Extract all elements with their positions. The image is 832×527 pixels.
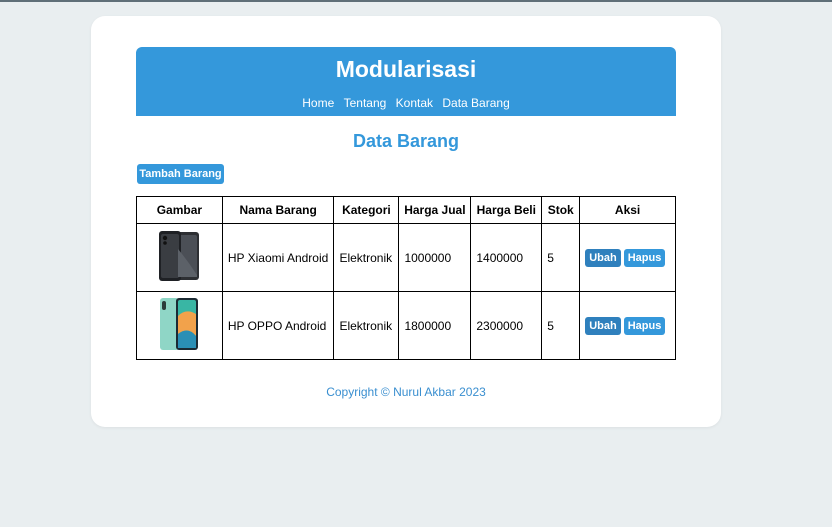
product-category: Elektronik — [333, 291, 400, 360]
sell-price: 1000000 — [398, 223, 472, 292]
table-header-row: Gambar Nama Barang Kategori Harga Jual H… — [136, 196, 676, 224]
sell-price: 1800000 — [398, 291, 472, 360]
edit-button[interactable]: Ubah — [585, 248, 621, 267]
col-harga-jual: Harga Jual — [398, 196, 472, 224]
buy-price: 2300000 — [470, 291, 543, 360]
items-table: Gambar Nama Barang Kategori Harga Jual H… — [136, 196, 676, 360]
stock: 5 — [541, 223, 581, 292]
actions-cell: Ubah Hapus — [579, 223, 676, 292]
edit-button[interactable]: Ubah — [585, 316, 621, 335]
stock: 5 — [541, 291, 581, 360]
add-item-button[interactable]: Tambah Barang — [137, 164, 224, 184]
buy-price: 1400000 — [470, 223, 543, 292]
product-image-cell — [136, 291, 223, 360]
nav-tentang[interactable]: Tentang — [344, 96, 387, 110]
product-image-cell — [136, 223, 223, 292]
site-title: Modularisasi — [335, 56, 477, 82]
nav-kontak[interactable]: Kontak — [396, 96, 433, 110]
product-name: HP OPPO Android — [221, 291, 335, 360]
col-harga-beli: Harga Beli — [470, 196, 543, 224]
footer-copyright: Copyright © Nurul Akbar 2023 — [326, 385, 486, 399]
delete-button[interactable]: Hapus — [623, 316, 666, 335]
main-nav: Home Tentang Kontak Data Barang — [136, 96, 676, 110]
actions-cell: Ubah Hapus — [579, 291, 676, 360]
window-top-border — [0, 0, 832, 2]
product-category: Elektronik — [333, 223, 400, 292]
nav-home[interactable]: Home — [302, 96, 334, 110]
table-row: HP Xiaomi Android Elektronik 1000000 140… — [136, 223, 676, 292]
site-header: Modularisasi Home Tentang Kontak Data Ba… — [136, 47, 676, 116]
col-aksi: Aksi — [579, 196, 676, 224]
content-card: Modularisasi Home Tentang Kontak Data Ba… — [91, 16, 721, 427]
phone-teal-icon — [156, 296, 202, 355]
product-name: HP Xiaomi Android — [221, 223, 335, 292]
col-nama-barang: Nama Barang — [221, 196, 335, 224]
page-title: Data Barang — [352, 131, 460, 151]
table-row: HP OPPO Android Elektronik 1800000 23000… — [136, 291, 676, 360]
col-stok: Stok — [541, 196, 581, 224]
col-kategori: Kategori — [333, 196, 400, 224]
phone-dark-icon — [156, 229, 202, 286]
delete-button[interactable]: Hapus — [623, 248, 666, 267]
col-gambar: Gambar — [136, 196, 223, 224]
nav-data-barang[interactable]: Data Barang — [442, 96, 509, 110]
